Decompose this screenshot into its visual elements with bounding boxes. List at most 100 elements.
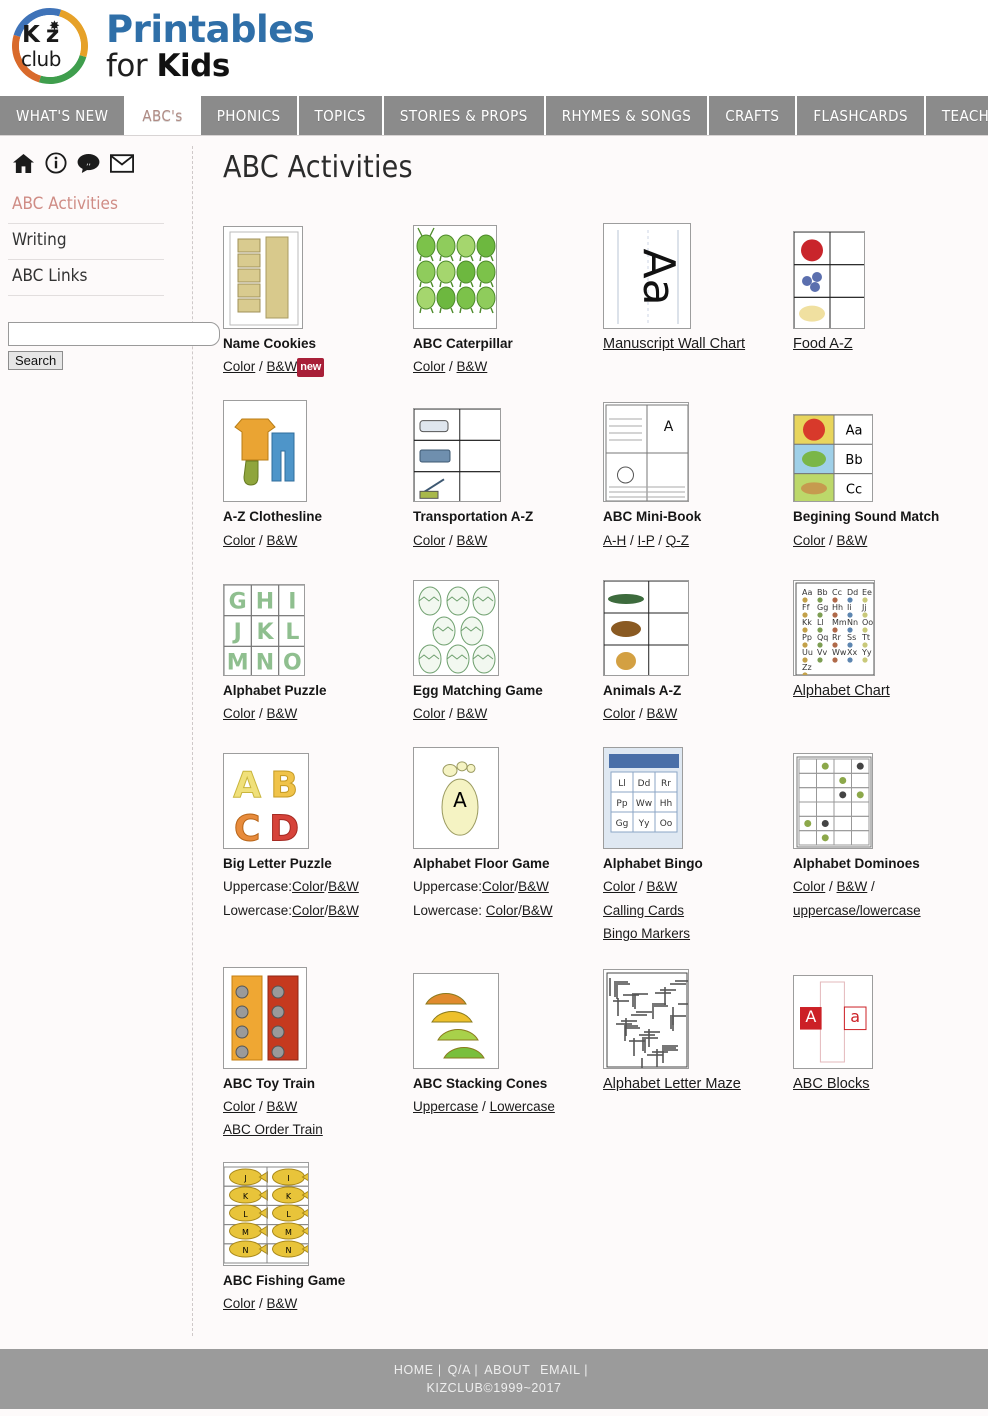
- main-content: ABC Activities Name Cookies Color / B&W ne…: [193, 136, 988, 1349]
- footer-link[interactable]: HOME |: [394, 1363, 442, 1377]
- activity-thumbnail[interactable]: [793, 753, 873, 850]
- activity-link[interactable]: Color: [223, 1099, 255, 1114]
- svg-text:Yy: Yy: [638, 819, 650, 829]
- site-logo[interactable]: K z ✸ club Printables for Kids: [0, 0, 315, 98]
- activity-thumbnail[interactable]: [603, 579, 689, 676]
- info-icon[interactable]: [45, 152, 67, 174]
- activity-link[interactable]: B&W: [328, 903, 359, 918]
- activity-link[interactable]: Color: [486, 903, 518, 918]
- activity-thumbnail[interactable]: Ll Dd Rr Pp Ww Hh Gg Yy Oo: [603, 747, 683, 850]
- activity-thumbnail[interactable]: Aa Bb Cc Dd Ee Ff Gg Hh Ii Jj Kk Ll Mm Nn Oo Pp Qq Rr Ss Tt…: [793, 579, 875, 676]
- activity-link[interactable]: Color: [223, 359, 255, 374]
- activity-link[interactable]: Color: [603, 879, 635, 894]
- activity-link[interactable]: B&W: [267, 359, 298, 374]
- svg-text:B: B: [270, 765, 297, 806]
- activity-links: Color / B&W: [413, 702, 603, 725]
- activity-link[interactable]: B&W: [457, 533, 488, 548]
- activity-link[interactable]: B&W: [267, 1296, 298, 1311]
- nav-item-flashcards[interactable]: FLASHCARDS: [797, 96, 926, 135]
- activity-thumbnail[interactable]: [793, 231, 865, 329]
- activity-title-link[interactable]: Food A-Z: [793, 336, 983, 353]
- logo-club-text: club: [21, 47, 61, 71]
- sidebar-icon-row: ,,: [12, 152, 192, 174]
- activity-thumbnail[interactable]: [413, 408, 501, 503]
- activity-link[interactable]: Color: [292, 903, 324, 918]
- footer-link[interactable]: Q/A |: [448, 1363, 479, 1377]
- activity-link[interactable]: B&W: [837, 879, 868, 894]
- activity-thumbnail[interactable]: Aa: [603, 223, 691, 329]
- activity-link[interactable]: B&W: [522, 903, 553, 918]
- activity-thumbnail[interactable]: [413, 225, 497, 329]
- activity-link[interactable]: Color: [413, 359, 445, 374]
- nav-item-crafts[interactable]: CRAFTS: [709, 96, 798, 135]
- activity-thumbnail[interactable]: [413, 973, 499, 1070]
- activity-link[interactable]: B&W: [267, 1099, 298, 1114]
- activity-link[interactable]: Q-Z: [666, 533, 689, 548]
- activity-link[interactable]: Lowercase: [490, 1099, 555, 1114]
- activity-link[interactable]: Color: [793, 533, 825, 548]
- activity-thumbnail[interactable]: JIKKLLMMNN: [223, 1161, 309, 1266]
- sidebar-item-abc-activities[interactable]: ABC Activities: [8, 188, 164, 224]
- activity-link[interactable]: A-H: [603, 533, 626, 548]
- activity-link[interactable]: Bingo Markers: [603, 926, 690, 941]
- activity-link[interactable]: uppercase/lowercase: [793, 903, 921, 918]
- activity-link[interactable]: ABC Order Train: [223, 1122, 323, 1137]
- activity-thumbnail[interactable]: [603, 969, 689, 1070]
- activity-link[interactable]: B&W: [457, 706, 488, 721]
- activity-title-link[interactable]: ABC Blocks: [793, 1076, 983, 1093]
- activity-link[interactable]: B&W: [267, 533, 298, 548]
- activity-link[interactable]: Uppercase: [413, 1099, 478, 1114]
- activity-link[interactable]: Color: [603, 706, 635, 721]
- nav-item-stories-props[interactable]: STORIES & PROPS: [383, 96, 546, 135]
- activity-link[interactable]: Color: [292, 879, 324, 894]
- footer-link[interactable]: ABOUT: [484, 1363, 534, 1377]
- nav-item-phonics[interactable]: PHONICS: [200, 96, 299, 135]
- search-button[interactable]: Search: [8, 351, 64, 370]
- activity-thumbnail[interactable]: A: [603, 402, 689, 503]
- activity-title-link[interactable]: Alphabet Letter Maze: [603, 1076, 793, 1093]
- nav-item-rhymes-songs[interactable]: RHYMES & SONGS: [545, 96, 710, 135]
- nav-item-topics[interactable]: TOPICS: [298, 96, 384, 135]
- activity-thumbnail[interactable]: [413, 579, 499, 676]
- comment-icon[interactable]: ,,: [77, 153, 100, 173]
- activity-link[interactable]: Color: [223, 533, 255, 548]
- activity-link[interactable]: Calling Cards: [603, 903, 684, 918]
- activity-link[interactable]: B&W: [457, 359, 488, 374]
- activity-thumbnail[interactable]: [223, 967, 307, 1070]
- nav-item-teaching-ext[interactable]: TEACHING EXT: [925, 96, 988, 135]
- activity-thumbnail[interactable]: GHI JKL MNO: [223, 583, 305, 676]
- activity-link[interactable]: B&W: [647, 879, 678, 894]
- activity-title-link[interactable]: Alphabet Chart: [793, 683, 983, 700]
- svg-text:A: A: [233, 765, 261, 806]
- mail-icon[interactable]: [110, 153, 134, 173]
- activity-thumbnail[interactable]: [223, 400, 307, 503]
- svg-text:Gg: Gg: [817, 603, 828, 612]
- home-icon[interactable]: [12, 153, 35, 174]
- activity-link[interactable]: I-P: [638, 533, 655, 548]
- activity-link[interactable]: B&W: [267, 706, 298, 721]
- activity-link[interactable]: B&W: [518, 879, 549, 894]
- activity-link[interactable]: Color: [223, 1296, 255, 1311]
- activity-link[interactable]: Color: [223, 706, 255, 721]
- activity-thumbnail[interactable]: [223, 226, 303, 329]
- nav-item-what-s-new[interactable]: WHAT'S NEW: [0, 96, 127, 135]
- activity-thumbnail[interactable]: Aa Bb Cc: [793, 414, 873, 503]
- activity-title-link[interactable]: Manuscript Wall Chart: [603, 336, 793, 353]
- footer-link[interactable]: EMAIL |: [540, 1363, 588, 1377]
- sidebar-item-writing[interactable]: Writing: [8, 224, 164, 260]
- activity-thumbnail[interactable]: A: [413, 747, 499, 850]
- activity-thumbnail[interactable]: ABCD: [223, 753, 309, 850]
- activity-thumbnail[interactable]: Aa: [793, 975, 873, 1070]
- sidebar-item-abc-links[interactable]: ABC Links: [8, 260, 164, 296]
- activity-link[interactable]: B&W: [837, 533, 868, 548]
- activity-link[interactable]: Color: [413, 706, 445, 721]
- activity-link[interactable]: B&W: [328, 879, 359, 894]
- activity-link[interactable]: Color: [793, 879, 825, 894]
- search-input[interactable]: [8, 322, 220, 346]
- nav-item-abc-s[interactable]: ABC's: [126, 96, 201, 135]
- activity-link-row: ABC Order Train: [223, 1118, 413, 1141]
- activity-link[interactable]: B&W: [647, 706, 678, 721]
- activity-link[interactable]: Color: [413, 533, 445, 548]
- activity-link[interactable]: Color: [482, 879, 514, 894]
- activity-card: Name Cookies Color / B&W new: [223, 211, 413, 378]
